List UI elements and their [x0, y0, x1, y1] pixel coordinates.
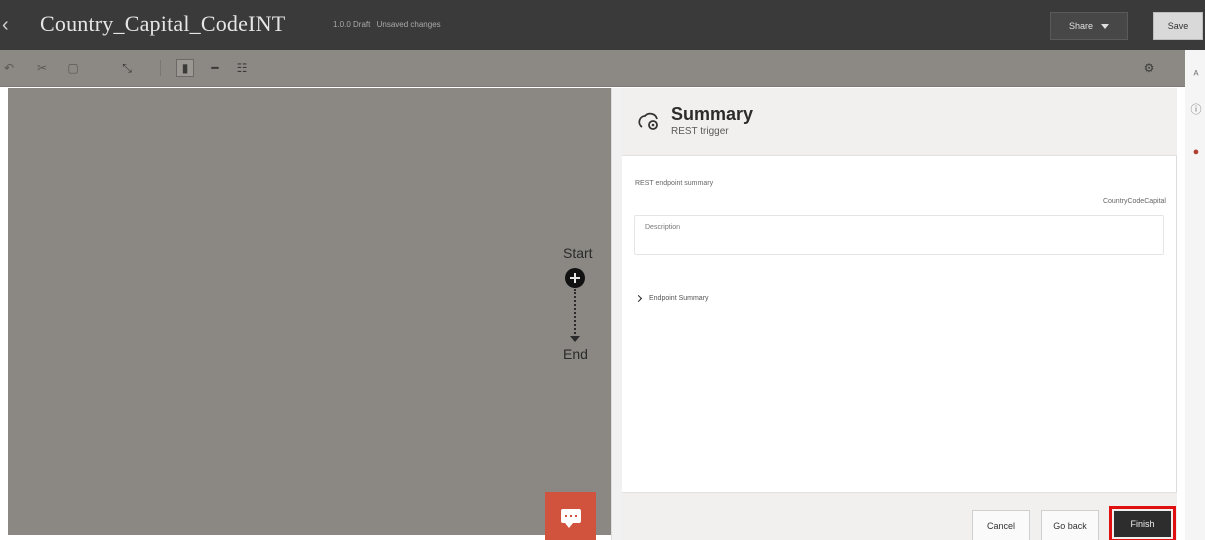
panel-footer: Cancel Go back Finish	[622, 492, 1177, 540]
section-label: REST endpoint summary	[635, 180, 714, 187]
chat-button[interactable]	[545, 492, 596, 540]
endpoint-name: CountryCodeCapital	[1102, 198, 1166, 205]
cut-icon[interactable]: ✂	[33, 59, 51, 77]
rest-trigger-icon	[638, 112, 658, 130]
settings-icon[interactable]: ⚙	[1140, 59, 1158, 77]
flow-connector	[574, 289, 576, 341]
flow-start-label: Start	[563, 245, 593, 261]
summary-panel: Summary REST trigger REST endpoint summa…	[622, 88, 1177, 540]
save-status: Unsaved changes	[376, 20, 441, 29]
finish-highlight: Finish	[1109, 506, 1176, 540]
panel-title: Summary	[671, 104, 754, 124]
canvas-bottom-edge	[0, 535, 620, 540]
canvas-toolbar: ↶ ✂ ▢ ⤡ ▮ ━ ☷ ⚙	[0, 50, 1185, 87]
arrow-down-icon	[570, 336, 580, 342]
right-rail: ᴬ ⓘ ●	[1185, 50, 1205, 540]
vertical-layout-icon[interactable]: ▮	[176, 59, 194, 77]
go-back-button[interactable]: Go back	[1041, 510, 1099, 540]
freeform-layout-icon[interactable]: ☷	[233, 59, 251, 77]
integration-meta: 1.0.0 Draft Unsaved changes	[333, 20, 445, 29]
undo-icon[interactable]: ↶	[0, 59, 18, 77]
add-trigger-node[interactable]	[565, 268, 585, 288]
integration-editor: ‹ Country_Capital_CodeINT 1.0.0 Draft Un…	[0, 0, 1205, 540]
panel-subtitle: REST trigger	[671, 126, 729, 137]
chevron-down-icon	[1101, 23, 1110, 29]
description-label: Description	[645, 224, 681, 231]
integration-canvas[interactable]	[8, 88, 611, 535]
flow-end-label: End	[563, 346, 588, 362]
collapse-icon[interactable]: ⤡	[118, 59, 136, 77]
horizontal-layout-icon[interactable]: ━	[206, 59, 224, 77]
endpoint-summary-toggle[interactable]: Endpoint Summary	[634, 291, 709, 305]
toolbar-divider	[160, 60, 161, 76]
finish-button[interactable]: Finish	[1114, 511, 1171, 537]
panel-header: Summary REST trigger	[622, 88, 1177, 156]
cancel-button[interactable]: Cancel	[972, 510, 1030, 540]
description-field[interactable]: Description	[634, 215, 1164, 255]
chat-icon	[560, 509, 581, 528]
panel-resize-handle[interactable]	[611, 88, 622, 540]
chevron-right-icon	[634, 294, 643, 302]
endpoint-summary-label: Endpoint Summary	[649, 294, 709, 302]
canvas-edge	[0, 88, 8, 540]
share-label: Share	[1068, 21, 1094, 31]
back-arrow-icon[interactable]: ‹	[2, 14, 9, 37]
info-icon[interactable]: ⓘ	[1189, 102, 1203, 116]
map-pin-icon[interactable]: ●	[1189, 145, 1203, 159]
paste-icon[interactable]: ▢	[64, 59, 82, 77]
tracking-icon[interactable]: ᴬ	[1189, 68, 1203, 82]
integration-title: Country_Capital_CodeINT	[40, 11, 286, 36]
version-badge: 1.0.0 Draft	[333, 20, 371, 29]
app-header: ‹ Country_Capital_CodeINT 1.0.0 Draft Un…	[0, 0, 1205, 50]
share-button[interactable]: Share	[1050, 12, 1128, 40]
save-button[interactable]: Save	[1153, 12, 1203, 40]
